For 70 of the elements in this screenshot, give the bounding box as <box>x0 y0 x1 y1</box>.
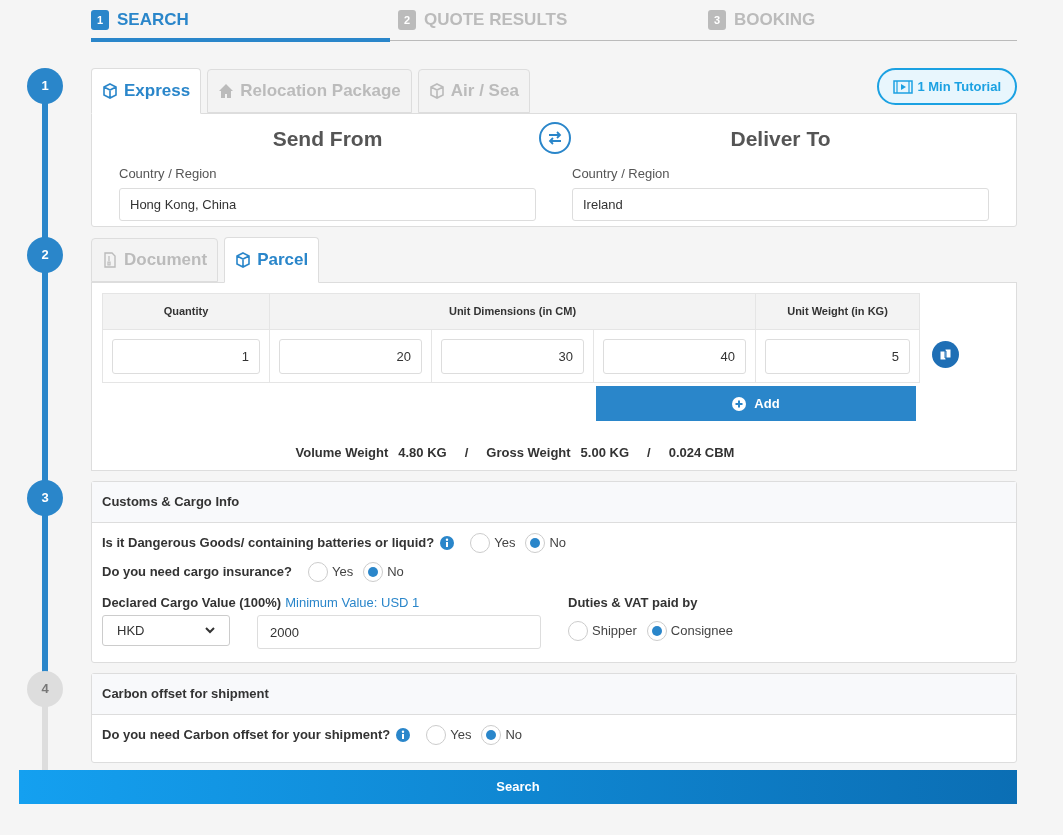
summary-label: Gross Weight <box>486 444 571 462</box>
number-field[interactable]: 40 <box>603 338 746 374</box>
country-field[interactable]: Ireland <box>572 187 989 221</box>
column-header: Quantity <box>103 294 270 330</box>
box-icon <box>102 83 118 99</box>
swap-button[interactable] <box>539 122 571 154</box>
plus-icon <box>732 396 747 411</box>
caret-icon <box>205 627 215 634</box>
search-button[interactable]: Search <box>19 770 1017 804</box>
column-header: Unit Weight (in KG) <box>756 294 920 330</box>
number-field[interactable]: 20 <box>279 338 422 374</box>
option-label: No <box>549 534 567 553</box>
option-label: Yes <box>494 534 516 553</box>
swap-icon <box>547 131 563 145</box>
option-label: Shipper <box>592 622 637 641</box>
add-button[interactable]: Add <box>596 386 916 421</box>
question-text: Do you need Carbon offset for your shipment? <box>102 726 391 745</box>
radio-button[interactable] <box>568 621 588 641</box>
currency-dropdown[interactable]: HKD <box>102 615 230 646</box>
option-label: No <box>505 726 523 745</box>
step-number: 2 <box>398 10 416 30</box>
option-label: Yes <box>332 563 354 582</box>
separator: / <box>464 444 469 462</box>
service-tab[interactable]: Parcel <box>224 237 320 283</box>
box-icon <box>428 83 445 99</box>
field-label: Declared Cargo Value (100%) <box>102 594 282 611</box>
radio-button[interactable] <box>481 725 502 745</box>
country-field[interactable]: Hong Kong, China <box>119 187 536 221</box>
field-label: Country / Region <box>572 165 671 183</box>
step-tab[interactable]: SEARCH <box>117 7 189 33</box>
step-number: 3 <box>708 10 726 30</box>
value-field[interactable]: 2000 <box>257 615 541 649</box>
radio-button[interactable] <box>470 533 491 553</box>
section-title: Deliver To <box>729 126 832 152</box>
section-title: Send From <box>271 126 384 152</box>
summary-value: 4.80 KG <box>398 444 447 462</box>
film-icon <box>893 79 914 94</box>
service-tab[interactable]: Express <box>91 68 202 114</box>
option-label: Yes <box>450 726 472 745</box>
field-label: Duties & VAT paid by <box>568 594 699 611</box>
radio-button[interactable] <box>426 725 447 745</box>
box-icon <box>235 252 252 268</box>
number-field[interactable]: 30 <box>441 338 584 374</box>
hint-text: Minimum Value: USD 1 <box>285 594 420 611</box>
copy-icon <box>938 347 953 362</box>
tutorial-button[interactable]: 1 Min Tutorial <box>877 68 1017 105</box>
radio-button[interactable] <box>646 621 667 641</box>
panel-title: Carbon offset for shipment <box>92 674 1016 715</box>
info-icon[interactable] <box>440 536 455 550</box>
radio-button[interactable] <box>308 562 328 582</box>
info-icon[interactable] <box>396 728 411 742</box>
field-label: Country / Region <box>119 165 218 183</box>
radio-button[interactable] <box>525 533 546 553</box>
step-number: 1 <box>91 10 109 30</box>
question-text: Is it Dangerous Goods/ containing batteries or liquid? <box>102 534 435 553</box>
summary-label: Volume Weight <box>295 444 389 462</box>
panel-title: Customs & Cargo Info <box>92 482 1016 523</box>
radio-button[interactable] <box>363 562 384 582</box>
summary-value: 5.00 KG <box>580 444 630 462</box>
column-header: Unit Dimensions (in CM) <box>270 294 756 330</box>
summary-value: 0.024 CBM <box>668 444 735 462</box>
option-label: No <box>387 563 404 582</box>
separator: / <box>647 444 651 462</box>
option-label: Consignee <box>670 622 733 641</box>
question-text: Do you need cargo insurance? <box>102 563 292 582</box>
copy-button[interactable] <box>932 341 959 368</box>
document-icon <box>102 252 118 268</box>
house-icon <box>218 83 235 99</box>
number-field[interactable]: 5 <box>765 338 910 374</box>
number-field[interactable]: 1 <box>112 338 260 374</box>
